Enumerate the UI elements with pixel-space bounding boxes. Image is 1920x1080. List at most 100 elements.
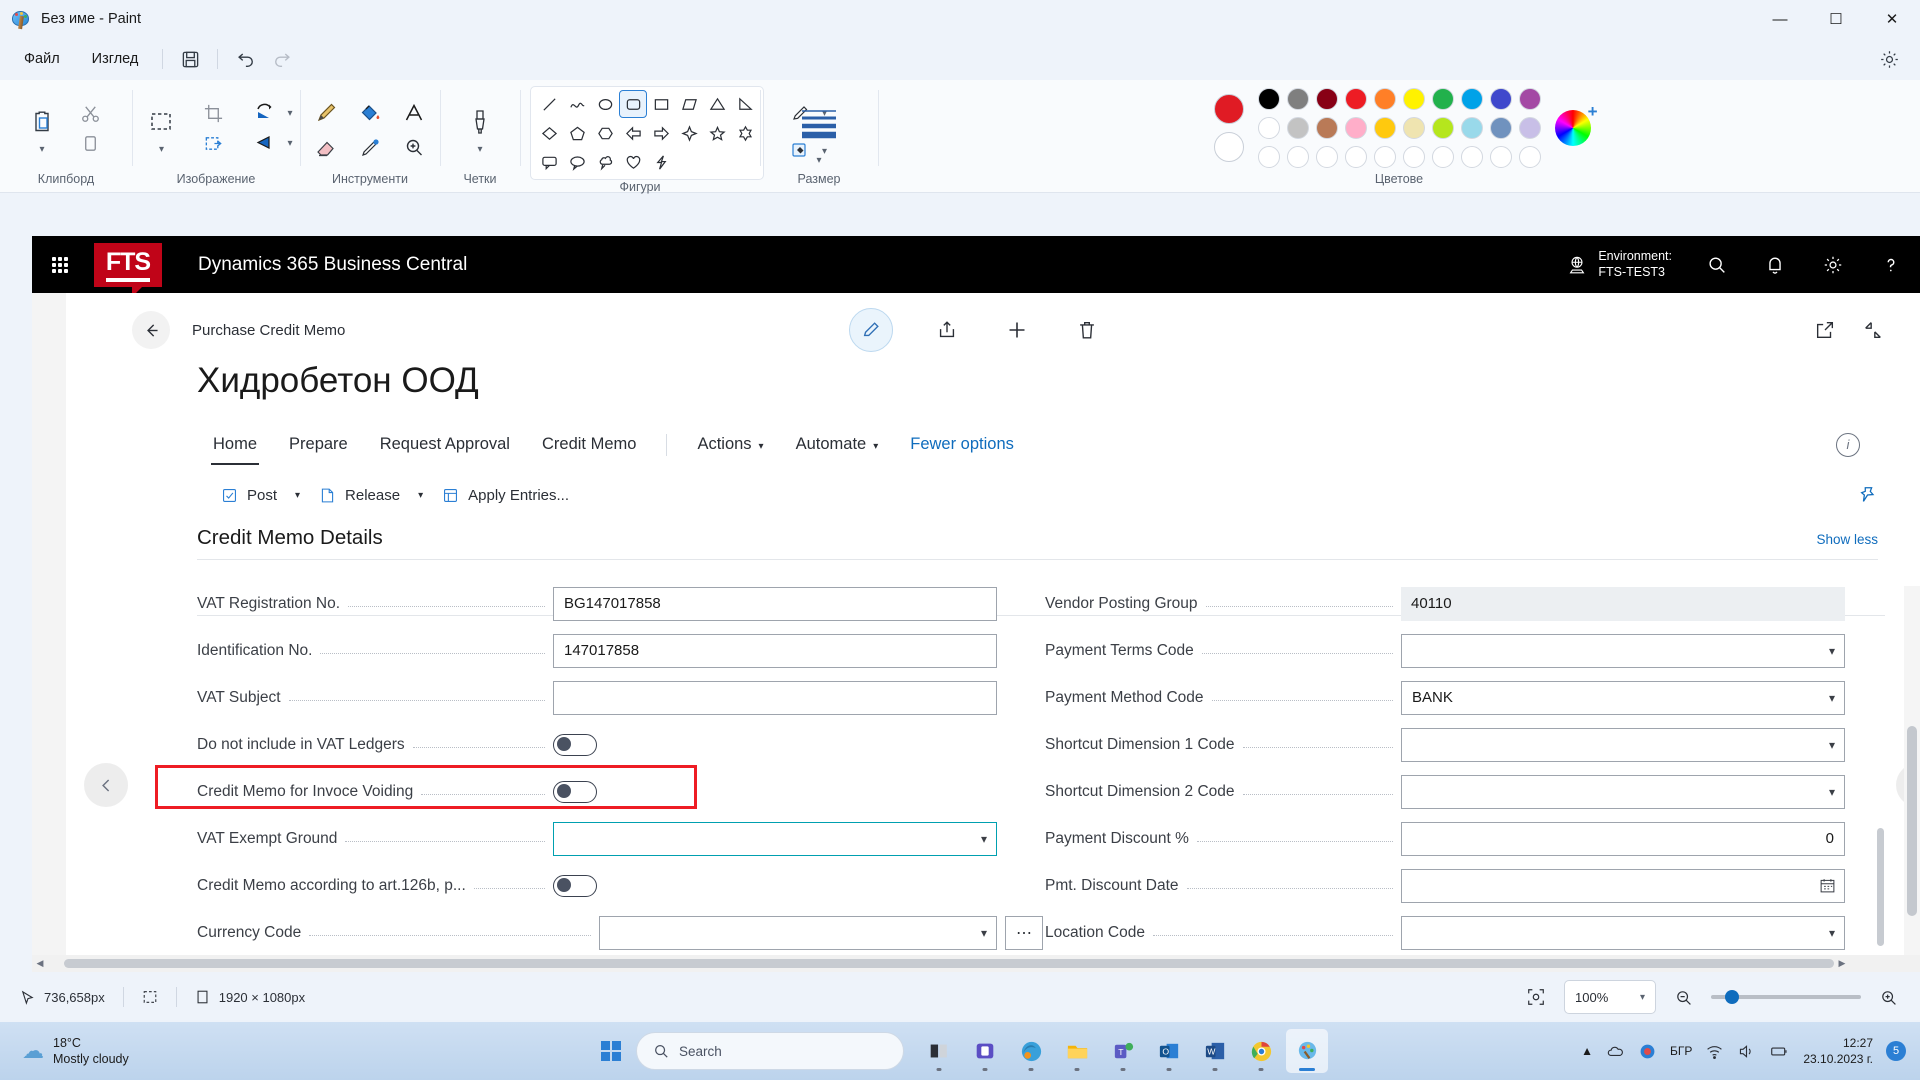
flip-icon[interactable]	[243, 128, 287, 158]
breadcrumb[interactable]: Purchase Credit Memo	[192, 322, 345, 339]
color-swatch[interactable]	[1344, 117, 1367, 139]
chevron-down-icon[interactable]: ▾	[287, 108, 292, 119]
color-swatch[interactable]	[1286, 88, 1309, 110]
credit-memo-art126b-toggle[interactable]	[553, 874, 597, 897]
settings-gear-icon[interactable]	[1804, 236, 1862, 293]
hexagon-shape-icon[interactable]	[591, 119, 619, 147]
chevron-down-icon[interactable]: ▾	[1829, 691, 1835, 705]
horizontal-scrollbar[interactable]: ◀ ▶	[32, 955, 1920, 972]
delete-trash-icon[interactable]	[1071, 314, 1103, 346]
wifi-icon[interactable]	[1705, 1042, 1724, 1061]
pin-icon[interactable]	[1858, 485, 1878, 505]
color-swatch[interactable]	[1489, 88, 1512, 110]
scissors-icon[interactable]	[68, 98, 112, 128]
paste-button[interactable]: ▾	[20, 102, 64, 155]
page-scrollbar-track[interactable]	[1904, 586, 1920, 972]
chevron-down-icon[interactable]: ▾	[816, 155, 821, 166]
edit-colors-icon[interactable]	[1554, 102, 1598, 146]
clock[interactable]: 12:27 23.10.2023 г.	[1803, 1035, 1873, 1067]
color-swatch[interactable]	[1460, 88, 1483, 110]
primary-color-swatch[interactable]	[1213, 94, 1244, 124]
identification-no-input[interactable]: 147017858	[553, 633, 997, 668]
back-button[interactable]	[132, 311, 170, 349]
copy-icon[interactable]	[68, 128, 112, 158]
onedrive-icon[interactable]	[1606, 1042, 1625, 1061]
chevron-down-icon[interactable]: ▾	[39, 144, 44, 155]
currency-code-lookup-button[interactable]: ⋯	[1005, 915, 1043, 950]
microsoft-teams-icon[interactable]: T	[1102, 1029, 1144, 1073]
chevron-down-icon[interactable]: ▾	[1829, 738, 1835, 752]
color-swatch[interactable]	[1518, 146, 1541, 168]
color-swatch[interactable]	[1286, 117, 1309, 139]
settings-gear-icon[interactable]	[1872, 44, 1906, 74]
app-purple-icon[interactable]	[964, 1029, 1006, 1073]
search-input[interactable]: Search	[636, 1032, 904, 1070]
add-plus-icon[interactable]	[1001, 314, 1033, 346]
minimize-button[interactable]: —	[1752, 0, 1808, 38]
notification-badge[interactable]: 5	[1886, 1041, 1906, 1061]
color-swatch[interactable]	[1257, 117, 1280, 139]
payment-discount-percent-input[interactable]: 0	[1401, 821, 1845, 856]
info-icon[interactable]: i	[1836, 432, 1860, 457]
color-swatch[interactable]	[1489, 146, 1512, 168]
payment-terms-code-dropdown[interactable]: ▾	[1401, 633, 1845, 668]
color-swatch[interactable]	[1460, 117, 1483, 139]
post-button[interactable]: Post	[210, 482, 287, 508]
taskview-icon[interactable]	[918, 1029, 960, 1073]
show-less-link[interactable]: Show less	[1816, 532, 1878, 547]
text-tool-icon[interactable]	[392, 93, 436, 133]
chevron-down-icon[interactable]: ▾	[1829, 785, 1835, 799]
fewer-options-link[interactable]: Fewer options	[894, 429, 1030, 460]
crop-icon[interactable]	[191, 98, 235, 128]
secondary-color-swatch[interactable]	[1213, 132, 1244, 162]
word-icon[interactable]: W	[1194, 1029, 1236, 1073]
shortcut-dimension-2-code-dropdown[interactable]: ▾	[1401, 774, 1845, 809]
rotate-icon[interactable]	[243, 98, 287, 128]
menu-view[interactable]: Изглед	[76, 45, 155, 73]
color-swatch[interactable]	[1257, 88, 1280, 110]
horizontal-scrollbar-thumb[interactable]	[64, 959, 1834, 968]
color-swatch[interactable]	[1373, 88, 1396, 110]
line-thickness-icon[interactable]	[790, 91, 848, 153]
five-point-star-shape-icon[interactable]	[703, 119, 731, 147]
tab-automate[interactable]: Automate ▾	[780, 429, 895, 460]
edit-pencil-icon[interactable]	[849, 308, 893, 352]
color-swatch[interactable]	[1431, 146, 1454, 168]
line-shape-icon[interactable]	[535, 90, 563, 118]
oval-callout-shape-icon[interactable]	[563, 148, 591, 176]
six-point-star-shape-icon[interactable]	[731, 119, 759, 147]
chevron-down-icon[interactable]: ▾	[981, 832, 987, 846]
heart-shape-icon[interactable]	[619, 148, 647, 176]
rectangle-shape-icon[interactable]	[647, 90, 675, 118]
app-launcher-icon[interactable]	[52, 256, 68, 273]
cloud-callout-shape-icon[interactable]	[591, 148, 619, 176]
chrome-icon[interactable]	[1240, 1029, 1282, 1073]
color-swatch[interactable]	[1315, 146, 1338, 168]
paint-bucket-icon[interactable]	[348, 93, 392, 133]
color-swatch[interactable]	[1402, 88, 1425, 110]
chevron-down-icon[interactable]: ▾	[1829, 926, 1835, 940]
paste-icon[interactable]	[20, 102, 64, 142]
zoom-slider[interactable]	[1711, 990, 1861, 1004]
pencil-icon[interactable]	[304, 93, 348, 133]
four-point-star-shape-icon[interactable]	[675, 119, 703, 147]
chevron-down-icon[interactable]: ▾	[981, 926, 987, 940]
zoom-in-icon[interactable]	[1879, 988, 1898, 1007]
tab-prepare[interactable]: Prepare	[273, 429, 364, 460]
color-swatch[interactable]	[1286, 146, 1309, 168]
content-scrollbar-thumb[interactable]	[1877, 828, 1884, 946]
battery-icon[interactable]	[1769, 1042, 1790, 1061]
rectangular-select-button[interactable]: ▾	[139, 102, 183, 155]
color-swatch[interactable]	[1257, 146, 1280, 168]
left-arrow-shape-icon[interactable]	[619, 119, 647, 147]
windows-start-icon[interactable]	[592, 1032, 630, 1070]
color-swatch[interactable]	[1344, 146, 1367, 168]
release-button[interactable]: Release	[308, 482, 410, 508]
rectangular-select-icon[interactable]	[139, 102, 183, 142]
fts-logo[interactable]: FTS	[94, 242, 162, 297]
color-picker-icon[interactable]	[348, 133, 392, 163]
brush-button[interactable]: ▾	[458, 102, 502, 155]
fit-to-window-icon[interactable]	[1526, 987, 1546, 1007]
collapse-icon[interactable]	[1862, 319, 1884, 341]
color-swatch[interactable]	[1489, 117, 1512, 139]
